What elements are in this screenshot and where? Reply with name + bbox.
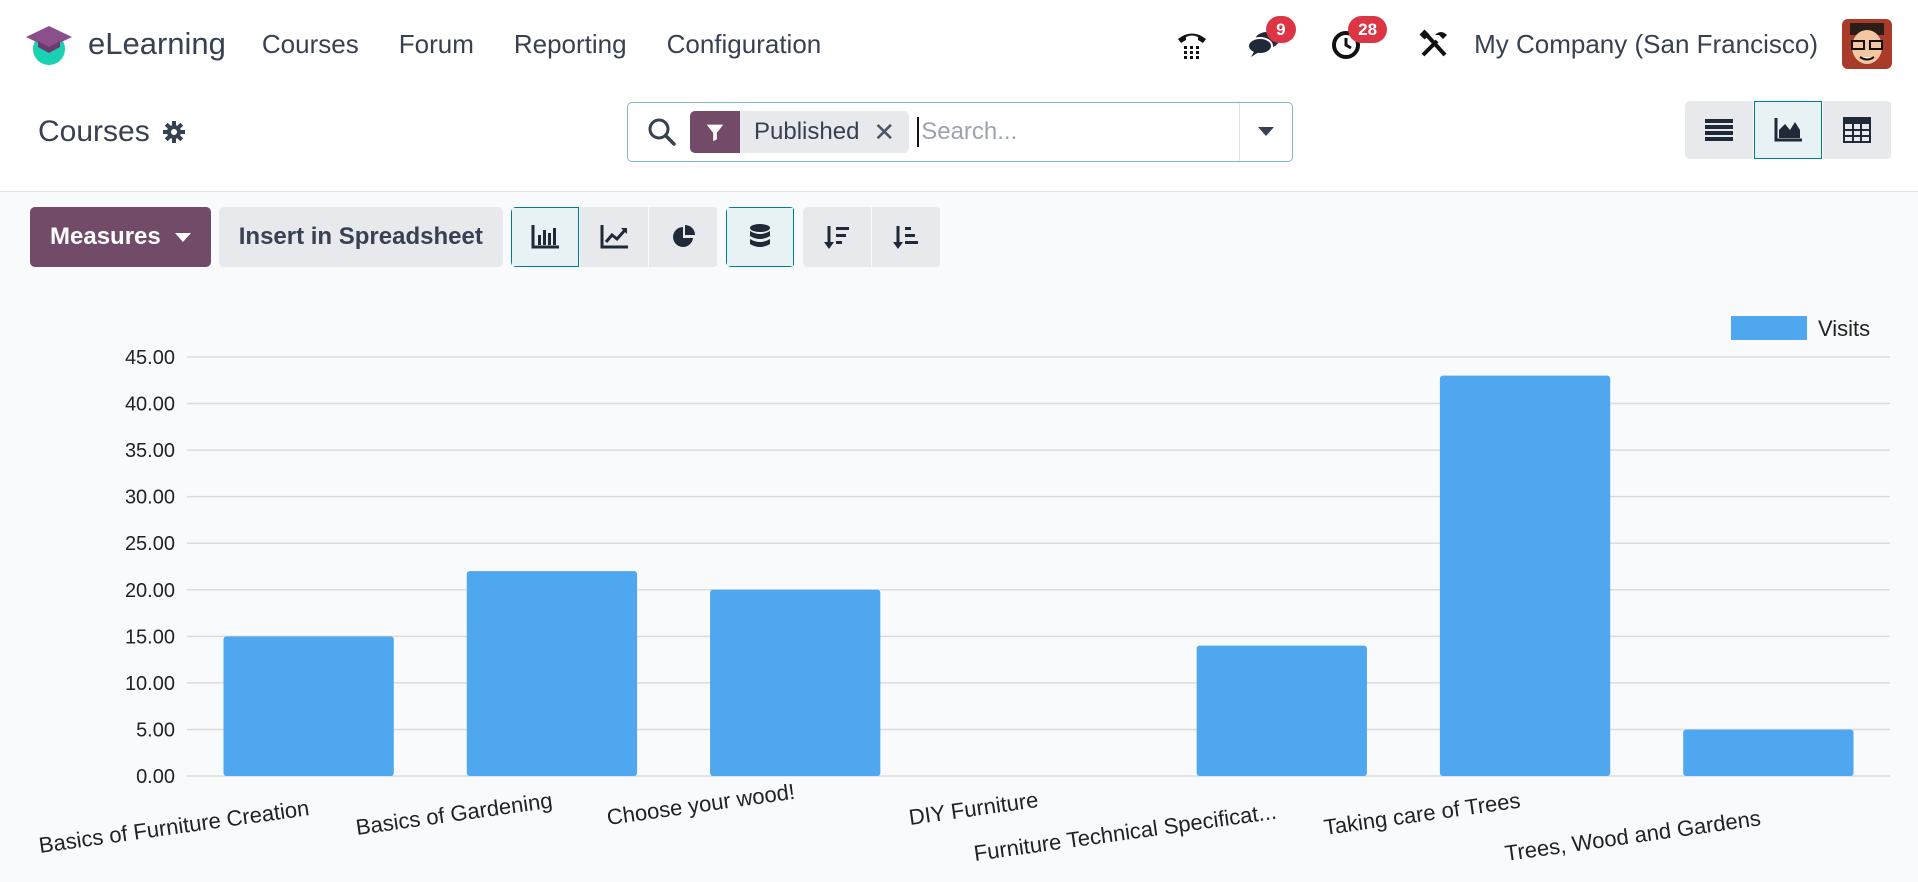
line-chart-button[interactable] bbox=[579, 207, 648, 267]
pie-chart-icon bbox=[672, 225, 695, 247]
company-switcher[interactable]: My Company (San Francisco) bbox=[1474, 29, 1818, 60]
phone-icon bbox=[1178, 33, 1207, 59]
y-tick-label: 5.00 bbox=[136, 719, 175, 741]
bar bbox=[1439, 375, 1611, 776]
y-tick-label: 10.00 bbox=[125, 673, 175, 695]
bar bbox=[710, 589, 881, 776]
y-tick-label: 35.00 bbox=[125, 440, 175, 462]
x-tick-label: Trees, Wood and Gardens bbox=[1503, 805, 1762, 866]
stacked-group bbox=[725, 207, 795, 267]
menu-forum[interactable]: Forum bbox=[379, 29, 494, 60]
y-tick-label: 15.00 bbox=[125, 626, 175, 648]
y-tick-label: 25.00 bbox=[125, 533, 175, 555]
sort-ascending-icon bbox=[892, 226, 918, 249]
view-switcher bbox=[1685, 101, 1892, 159]
y-tick-label: 45.00 bbox=[125, 347, 175, 369]
graph-toolbar: Measures Insert in Spreadsheet bbox=[30, 207, 941, 267]
sort-ascending-button[interactable] bbox=[871, 207, 940, 267]
page-title-area: Courses bbox=[38, 115, 186, 149]
sort-descending-icon bbox=[823, 226, 849, 249]
measures-dropdown[interactable]: Measures bbox=[30, 207, 211, 267]
search-icon[interactable] bbox=[644, 114, 680, 150]
insert-in-spreadsheet-button[interactable]: Insert in Spreadsheet bbox=[218, 207, 503, 267]
tools-icon bbox=[1419, 29, 1448, 57]
caret-down-icon bbox=[1258, 127, 1274, 136]
search-options-toggle[interactable] bbox=[1239, 103, 1292, 161]
app-brand[interactable]: eLearning bbox=[24, 21, 226, 67]
systray: 9 28 My Company (San Francisco) bbox=[1162, 0, 1918, 88]
phone-button[interactable] bbox=[1162, 14, 1222, 74]
bar bbox=[223, 636, 394, 776]
control-panel: Courses Published ✕ bbox=[0, 88, 1918, 192]
gear-icon[interactable] bbox=[162, 120, 186, 144]
top-navbar: eLearning Courses Forum Reporting Config… bbox=[0, 0, 1918, 88]
bar bbox=[1683, 729, 1854, 776]
activities-count-badge: 28 bbox=[1348, 16, 1388, 43]
elearning-logo-icon bbox=[26, 26, 72, 65]
table-icon bbox=[1843, 117, 1871, 143]
legend-swatch bbox=[1731, 316, 1807, 340]
x-tick-label: Basics of Furniture Creation bbox=[37, 795, 310, 858]
y-tick-label: 0.00 bbox=[136, 766, 175, 788]
main-menu: Courses Forum Reporting Configuration bbox=[242, 29, 841, 60]
bar-chart-button[interactable] bbox=[510, 207, 579, 267]
legend-label: Visits bbox=[1818, 316, 1870, 341]
facet-close-icon[interactable]: ✕ bbox=[873, 111, 909, 153]
bar-chart-icon bbox=[531, 225, 559, 249]
measures-label: Measures bbox=[50, 223, 161, 250]
y-tick-label: 40.00 bbox=[125, 394, 175, 416]
menu-reporting[interactable]: Reporting bbox=[494, 29, 647, 60]
search-bar: Published ✕ bbox=[627, 102, 1293, 162]
pivot-view-button[interactable] bbox=[1823, 101, 1891, 159]
x-tick-label: Choose your wood! bbox=[605, 779, 796, 830]
bar-chart: 0.00 5.00 10.00 15.00 20.00 25.00 30.00 35.00 40… bbox=[37, 316, 1890, 866]
app-name: eLearning bbox=[88, 26, 226, 61]
page-title: Courses bbox=[38, 115, 150, 148]
database-icon bbox=[749, 224, 770, 247]
x-tick-label: DIY Furniture bbox=[907, 787, 1040, 830]
y-tick-label: 30.00 bbox=[125, 487, 175, 509]
chart-type-group bbox=[510, 207, 718, 267]
search-input[interactable] bbox=[917, 117, 1224, 147]
bar bbox=[466, 571, 638, 776]
stacked-button[interactable] bbox=[725, 207, 794, 267]
list-icon bbox=[1705, 119, 1733, 141]
sort-group bbox=[802, 207, 941, 267]
pie-chart-button[interactable] bbox=[648, 207, 717, 267]
sort-descending-button[interactable] bbox=[802, 207, 871, 267]
user-avatar[interactable] bbox=[1842, 19, 1892, 69]
caret-down-icon bbox=[174, 232, 191, 242]
search-facet-published: Published ✕ bbox=[690, 111, 910, 153]
filter-icon bbox=[690, 111, 740, 153]
messages-button[interactable]: 9 bbox=[1234, 14, 1296, 74]
avatar-icon bbox=[1842, 19, 1892, 69]
messages-count-badge: 9 bbox=[1266, 16, 1296, 43]
list-view-button[interactable] bbox=[1685, 101, 1753, 159]
menu-configuration[interactable]: Configuration bbox=[647, 29, 842, 60]
bar bbox=[1196, 645, 1367, 776]
facet-label: Published bbox=[754, 118, 860, 145]
activities-button[interactable]: 28 bbox=[1316, 14, 1388, 74]
x-tick-label: Taking care of Trees bbox=[1322, 788, 1522, 840]
y-tick-label: 20.00 bbox=[125, 580, 175, 602]
menu-courses[interactable]: Courses bbox=[242, 29, 379, 60]
x-tick-label: Basics of Gardening bbox=[354, 788, 554, 840]
area-chart-icon bbox=[1774, 118, 1802, 142]
debug-tools-button[interactable] bbox=[1404, 14, 1464, 74]
graph-view-button[interactable] bbox=[1754, 101, 1822, 159]
line-chart-icon bbox=[600, 225, 628, 249]
insert-label: Insert in Spreadsheet bbox=[238, 223, 483, 250]
